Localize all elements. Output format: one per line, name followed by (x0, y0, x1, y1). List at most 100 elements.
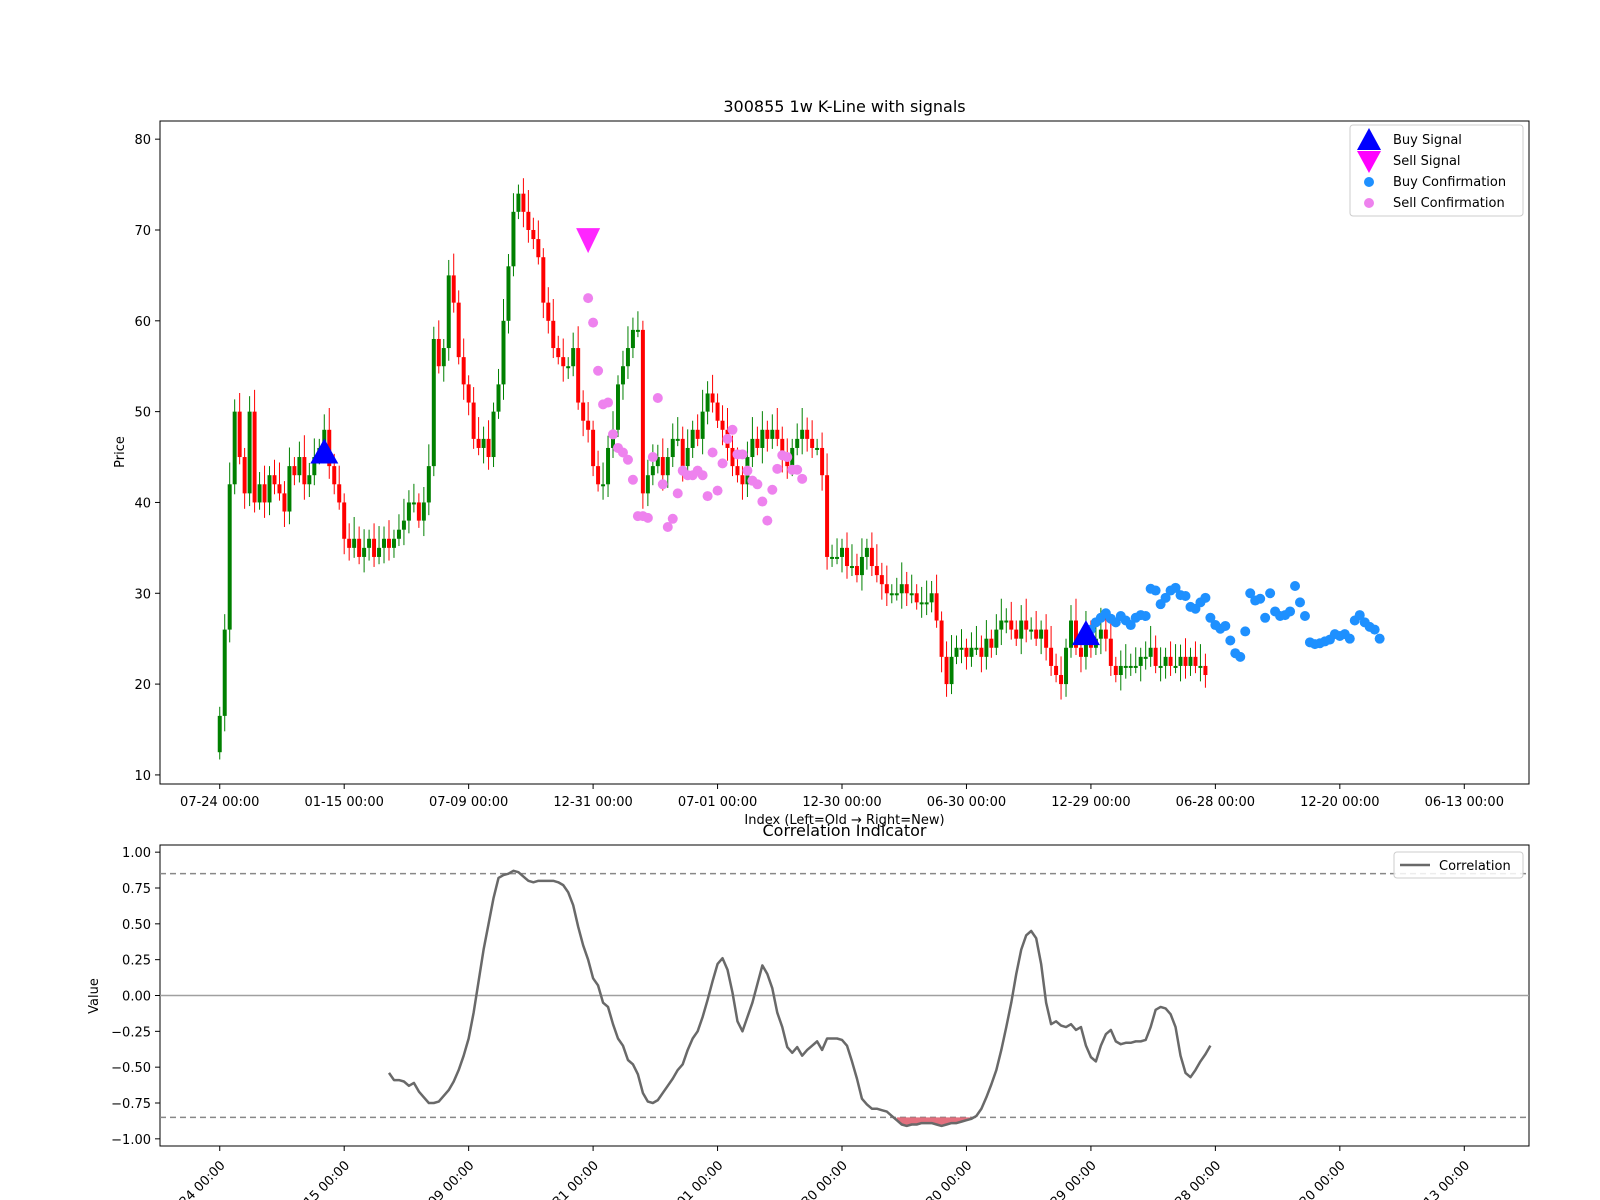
candle-body (571, 348, 576, 367)
sell-confirmation-point (712, 485, 723, 496)
sell-confirmation-point (717, 458, 728, 469)
candle-body (815, 447, 820, 450)
sell-confirmation-point (762, 515, 773, 526)
candle-body (889, 593, 894, 596)
correlation-x-tick-label: 07-09 00:00 (411, 1158, 478, 1200)
kline-x-tick-label: 07-01 00:00 (678, 795, 757, 810)
candle-body (536, 239, 541, 258)
correlation-x-tick-label: 06-28 00:00 (1157, 1158, 1224, 1200)
candle-body (337, 484, 342, 503)
candle-body (586, 420, 591, 430)
sell-confirmation-point (667, 513, 678, 524)
candle-body (924, 602, 929, 605)
candle-body (660, 457, 665, 476)
kline-y-ticks: 10 20 30 40 50 60 70 80 (134, 133, 160, 784)
candle-body (869, 547, 874, 567)
candle-body (1198, 665, 1203, 668)
legend-buy-signal-label: Buy Signal (1393, 133, 1462, 148)
candle-body (307, 475, 312, 485)
candle-body (805, 429, 810, 439)
candle-body (481, 438, 486, 448)
candle-body (576, 348, 581, 403)
candle-body (297, 457, 302, 476)
candle-body (262, 484, 267, 503)
buy-confirmation-point (1374, 633, 1385, 644)
kline-x-tick-label: 06-28 00:00 (1176, 795, 1255, 810)
correlation-x-tick-label: 12-29 00:00 (1033, 1158, 1100, 1200)
correlation-panel: Correlation Indicator Value −1.00 −0.75 −0… (87, 821, 1530, 1200)
kline-x-tick-label: 07-09 00:00 (429, 795, 508, 810)
candle-body (471, 402, 476, 439)
candle-body (830, 556, 835, 559)
correlation-y-tick-label: −0.25 (111, 1025, 151, 1040)
candle-body (894, 593, 899, 596)
candle-body (635, 329, 640, 332)
candle-body (217, 715, 222, 753)
candle-body (859, 556, 864, 576)
buy-confirmation-point (1180, 590, 1191, 601)
candle-body (690, 429, 695, 448)
candle-body (446, 275, 451, 349)
candle-body (1034, 629, 1039, 639)
kline-ylabel: Price (113, 436, 128, 468)
candle-body (496, 384, 501, 412)
candle-body (959, 647, 964, 650)
candle-body (720, 420, 725, 430)
sell-confirmation-point (588, 317, 599, 328)
candle-body (1158, 665, 1163, 668)
candle-body (1178, 656, 1183, 666)
kline-x-tick-label: 12-29 00:00 (1051, 795, 1130, 810)
candle-body (1029, 629, 1034, 632)
candle-body (625, 348, 630, 367)
candle-body (1148, 647, 1153, 657)
kline-y-tick-label: 50 (134, 406, 151, 421)
candle-body (551, 320, 556, 349)
candle-body (1054, 665, 1059, 676)
candle-body (1163, 656, 1168, 666)
candle-body (1203, 665, 1208, 676)
correlation-y-tick-label: 0.50 (122, 918, 151, 933)
candle-body (1024, 620, 1029, 630)
correlation-y-tick-label: 1.00 (122, 846, 151, 861)
legend-buy-confirmation-label: Buy Confirmation (1393, 175, 1506, 190)
candle-body (904, 584, 909, 594)
kline-y-tick-label: 40 (134, 496, 151, 511)
kline-y-tick-label: 80 (134, 133, 151, 148)
candle-body (561, 357, 566, 367)
candle-body (1128, 665, 1133, 668)
candle-body (750, 438, 755, 458)
candle-body (391, 538, 396, 548)
kline-y-tick-label: 10 (134, 769, 151, 784)
candle-body (1108, 638, 1113, 666)
candle-body (267, 475, 272, 503)
candle-body (810, 438, 815, 448)
candle-body (740, 475, 745, 485)
candle-body (486, 438, 491, 458)
candle-body (1044, 629, 1049, 648)
correlation-x-tick-label: 07-24 00:00 (162, 1158, 229, 1200)
sell-confirmation-point (627, 474, 638, 485)
correlation-x-tick-label: 12-30 00:00 (784, 1158, 851, 1200)
correlation-y-tick-label: 0.25 (122, 954, 151, 969)
candle-body (252, 411, 257, 503)
candle-body (461, 357, 466, 385)
candle-body (247, 411, 252, 494)
candle-body (934, 593, 939, 621)
kline-title: 300855 1w K-Line with signals (723, 97, 965, 116)
kline-panel: 300855 1w K-Line with signals Index (Lef… (113, 97, 1530, 828)
sell-confirmation-point (608, 429, 619, 440)
kline-x-ticks: 07-24 00:00 01-15 00:00 07-09 00:00 12-31 0… (180, 784, 1504, 810)
candle-body (352, 538, 357, 548)
candle-body (441, 348, 446, 367)
sell-confirmation-point (742, 465, 753, 476)
candle-body (1188, 656, 1193, 666)
sell-confirmation-point (757, 496, 768, 507)
candle-body (1098, 629, 1103, 639)
candle-body (302, 457, 307, 485)
candle-body (1069, 620, 1073, 648)
sell-confirmation-point (657, 479, 668, 490)
legend-buy-confirmation-marker (1364, 177, 1374, 187)
candle-body (964, 647, 969, 657)
candle-body (879, 575, 884, 585)
candle-body (844, 547, 849, 567)
